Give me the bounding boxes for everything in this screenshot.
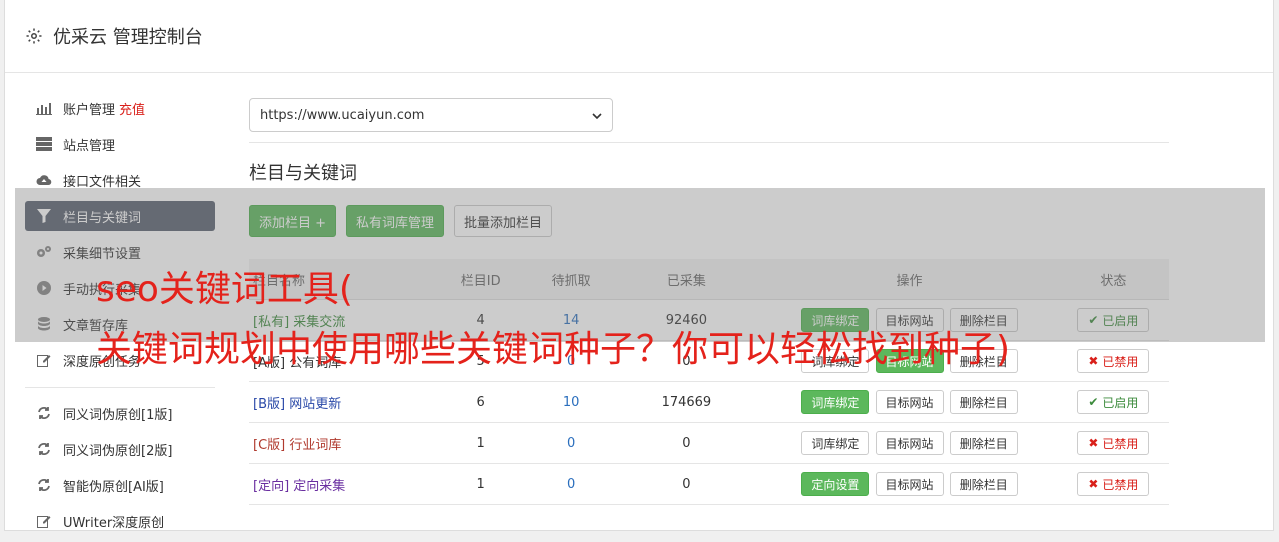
row-collected: 0 [611,422,762,464]
refresh-icon [35,476,53,494]
panel-header: 优采云 管理控制台 [5,0,1273,73]
status-toggle[interactable]: ✔ 已启用 [1077,390,1150,414]
table-row: [C版] 行业词库 1 0 0 词库绑定 目标网站 删除栏目 ✖ 已禁用 [249,422,1169,464]
delete-column-button[interactable]: 删除栏目 [949,390,1018,414]
sidebar-item-synonym-v1[interactable]: 同义词伪原创[1版] [25,398,215,428]
sidebar-item-label: 同义词伪原创[1版] [63,407,173,423]
server-icon [35,135,53,153]
row-actions: 词库绑定 目标网站 删除栏目 [761,381,1058,423]
overlay-title-line1: seo关键词工具( [96,269,353,310]
sidebar-item-label: 站点管理 [63,138,116,154]
status-toggle[interactable]: ✖ 已禁用 [1077,431,1150,455]
row-actions: 词库绑定 目标网站 删除栏目 [761,422,1058,464]
sidebar-item-label: 同义词伪原创[2版] [63,443,173,459]
target-site-button[interactable]: 目标网站 [875,472,944,496]
row-status: ✖ 已禁用 [1057,422,1169,464]
overlay-banner [15,188,1265,342]
edit-icon [35,512,53,530]
sidebar-item-synonym-v2[interactable]: 同义词伪原创[2版] [25,434,215,464]
edit-icon [35,351,53,369]
sidebar-item-label: UWriter深度原创 [63,515,165,531]
divider [249,142,1169,143]
bind-lib-button[interactable]: 词库绑定 [801,390,870,414]
cloud-upload-icon [35,171,53,189]
sidebar-item-label: 智能伪原创[AI版] [63,479,164,495]
row-name[interactable]: [C版] 行业词库 [249,422,431,464]
overlay-title-line2: 关键词规划中使用哪些关键词种子？你可以轻松找到种子) [96,329,1011,370]
row-status: ✔ 已启用 [1057,381,1169,423]
target-site-button[interactable]: 目标网站 [875,431,944,455]
table-row: [B版] 网站更新 6 10 174669 词库绑定 目标网站 删除栏目 ✔ 已… [249,381,1169,423]
row-status: ✖ 已禁用 [1057,340,1169,382]
refresh-icon [35,440,53,458]
row-name[interactable]: [定向] 定向采集 [249,463,431,505]
sidebar-item-sites[interactable]: 站点管理 [25,129,215,159]
delete-column-button[interactable]: 删除栏目 [949,431,1018,455]
sidebar-item-account[interactable]: 账户管理 充值 [25,93,215,123]
sidebar-item-uwriter[interactable]: UWriter深度原创 [25,506,215,536]
status-toggle[interactable]: ✖ 已禁用 [1077,349,1150,373]
row-name[interactable]: [B版] 网站更新 [249,381,431,423]
row-collected: 0 [611,463,762,505]
page-title: 优采云 管理控制台 [53,27,203,48]
row-pending[interactable]: 0 [530,422,612,464]
sidebar-divider [25,387,215,388]
sidebar-item-label: 接口文件相关 [63,174,142,190]
delete-column-button[interactable]: 删除栏目 [949,472,1018,496]
gear-icon [25,27,43,45]
row-actions: 定向设置 目标网站 删除栏目 [761,463,1058,505]
refresh-icon [35,404,53,422]
check-icon: ✔ [1088,395,1099,409]
row-collected: 174669 [611,381,762,423]
close-icon: ✖ [1088,436,1099,450]
status-toggle[interactable]: ✖ 已禁用 [1077,472,1150,496]
target-site-button[interactable]: 目标网站 [875,390,944,414]
row-id: 1 [430,463,531,505]
row-id: 1 [430,422,531,464]
site-select[interactable]: https://www.ucaiyun.com [249,98,613,132]
row-id: 6 [430,381,531,423]
bar-chart-icon [35,99,53,117]
row-pending[interactable]: 10 [530,381,612,423]
table-row: [定向] 定向采集 1 0 0 定向设置 目标网站 删除栏目 ✖ 已禁用 [249,463,1169,505]
close-icon: ✖ [1088,354,1099,368]
fixed-settings-button[interactable]: 定向设置 [801,472,870,496]
close-icon: ✖ [1088,477,1099,491]
chevron-down-icon [592,108,602,123]
bind-lib-button[interactable]: 词库绑定 [801,431,870,455]
sidebar-item-label: 账户管理 [63,102,116,118]
row-status: ✖ 已禁用 [1057,463,1169,505]
row-pending[interactable]: 0 [530,463,612,505]
site-select-value: https://www.ucaiyun.com [260,107,425,123]
section-title: 栏目与关键词 [249,163,357,184]
sidebar-item-ai-rewrite[interactable]: 智能伪原创[AI版] [25,470,215,500]
recharge-link[interactable]: 充值 [119,99,145,118]
